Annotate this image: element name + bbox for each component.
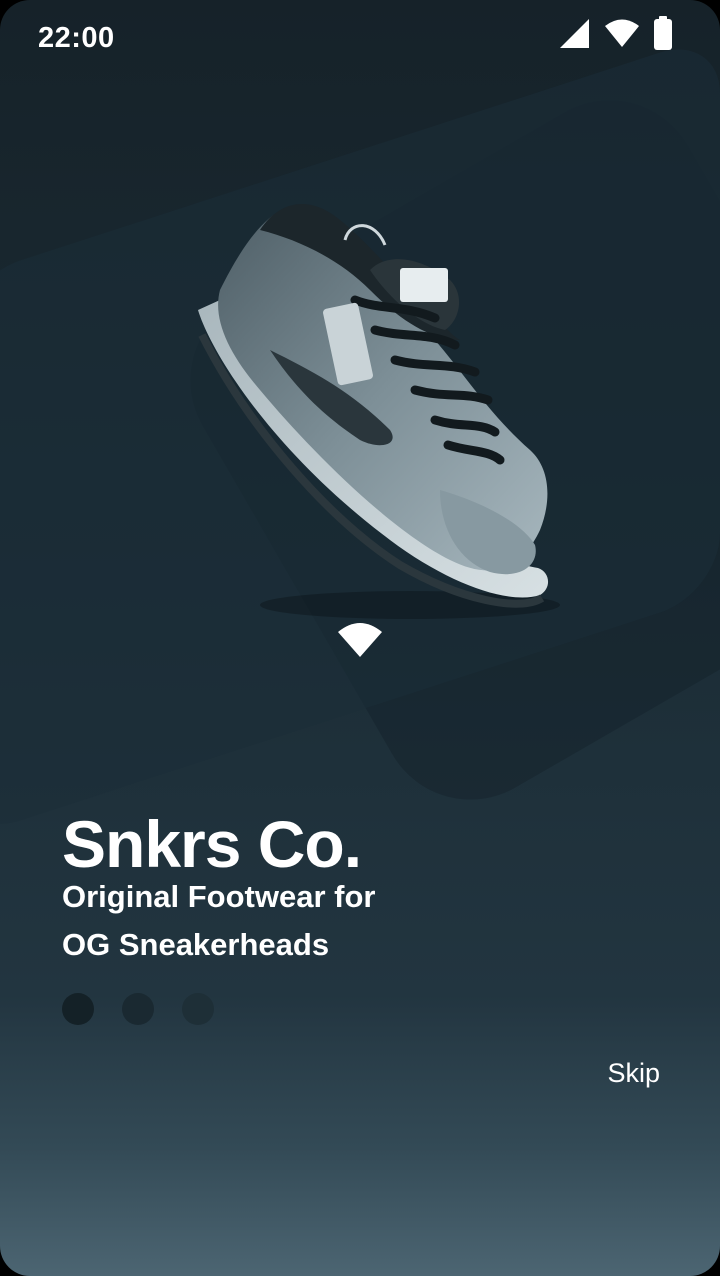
sneaker-image xyxy=(198,203,560,619)
page-dot-active[interactable] xyxy=(62,993,94,1025)
onboarding-screen: 22:00 Snkrs Co. Original Footwear for OG… xyxy=(0,0,720,1276)
tagline-line: OG Sneakerheads xyxy=(62,927,330,962)
tagline: Original Footwear for OG Sneakerheads xyxy=(62,873,482,969)
cell-signal-icon xyxy=(560,19,589,48)
status-bar: 22:00 xyxy=(0,0,720,80)
status-time: 22:00 xyxy=(38,22,115,54)
tagline-line: Original Footwear for xyxy=(62,879,376,914)
wifi-icon xyxy=(605,19,639,47)
battery-icon xyxy=(654,16,672,50)
brand-title: Snkrs Co. xyxy=(62,807,362,881)
skip-button[interactable]: Skip xyxy=(607,1058,660,1089)
chevron-down-icon xyxy=(338,623,382,657)
page-indicator xyxy=(62,993,214,1025)
page-dot[interactable] xyxy=(182,993,214,1025)
status-icons xyxy=(558,16,672,50)
page-dot[interactable] xyxy=(122,993,154,1025)
